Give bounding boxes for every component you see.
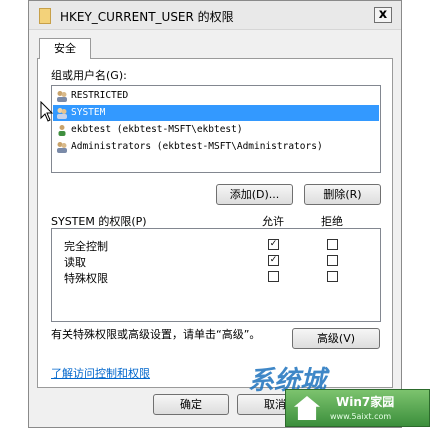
advanced-button[interactable]: 高级(V) — [292, 328, 380, 349]
allow-checkbox[interactable]: ✓ — [268, 239, 279, 250]
allow-checkbox[interactable] — [268, 271, 279, 282]
allow-checkbox[interactable]: ✓ — [268, 255, 279, 266]
win7-badge: Win7家园 www.5aixt.com — [285, 389, 430, 427]
badge-url: www.5aixt.com — [330, 412, 392, 421]
help-link[interactable]: 了解访问控制和权限 — [51, 365, 150, 381]
permission-row-full-control: 完全控制 ✓ — [52, 237, 380, 253]
folder-icon — [39, 8, 51, 24]
list-item-label: SYSTEM — [71, 107, 106, 118]
user-group-icon — [57, 91, 67, 102]
tab-security[interactable]: 安全 — [39, 38, 91, 59]
badge-title: Win7家园 — [336, 395, 395, 409]
permission-name: 读取 — [64, 256, 86, 269]
mouse-cursor-icon — [40, 101, 54, 122]
deny-checkbox[interactable] — [327, 271, 338, 282]
group-user-list[interactable]: RESTRICTED SYSTEM ekbtest (ekbtest-MSFT\… — [51, 85, 381, 173]
list-item-label: RESTRICTED — [71, 90, 129, 101]
permissions-table: 完全控制 ✓ 读取 ✓ 特殊权限 — [51, 228, 381, 322]
remove-button[interactable]: 删除(R) — [304, 184, 381, 205]
groups-label: 组或用户名(G): — [51, 69, 127, 82]
list-item-ekbtest[interactable]: ekbtest (ekbtest-MSFT\ekbtest) — [53, 122, 379, 138]
advanced-note: 有关特殊权限或高级设置，请单击“高级”。 — [51, 328, 261, 341]
permissions-label: SYSTEM 的权限(P) — [51, 215, 147, 228]
deny-checkbox[interactable] — [327, 255, 338, 266]
user-group-icon — [57, 142, 67, 153]
permission-row-special: 特殊权限 — [52, 269, 380, 285]
list-item-restricted[interactable]: RESTRICTED — [53, 88, 379, 104]
permission-name: 特殊权限 — [64, 272, 108, 285]
user-group-icon — [57, 108, 67, 119]
list-item-label: Administrators (ekbtest-MSFT\Administrat… — [71, 141, 323, 152]
deny-checkbox[interactable] — [327, 239, 338, 250]
ok-button[interactable]: 确定 — [153, 394, 229, 415]
list-item-administrators[interactable]: Administrators (ekbtest-MSFT\Administrat… — [53, 139, 379, 155]
permission-name: 完全控制 — [64, 240, 108, 253]
window-title: HKEY_CURRENT_USER 的权限 — [60, 10, 234, 24]
list-item-label: ekbtest (ekbtest-MSFT\ekbtest) — [71, 124, 243, 135]
list-item-system[interactable]: SYSTEM — [53, 105, 379, 121]
deny-header: 拒绝 — [321, 215, 343, 228]
allow-header: 允许 — [262, 215, 284, 228]
house-icon — [294, 396, 320, 420]
permissions-dialog: HKEY_CURRENT_USER 的权限 x 安全 组或用户名(G): RES… — [28, 0, 402, 428]
title-bar[interactable]: HKEY_CURRENT_USER 的权限 x — [29, 1, 401, 30]
close-button[interactable]: x — [374, 7, 392, 23]
add-button[interactable]: 添加(D)... — [216, 184, 293, 205]
user-icon — [58, 125, 66, 136]
permission-row-read: 读取 ✓ — [52, 253, 380, 269]
